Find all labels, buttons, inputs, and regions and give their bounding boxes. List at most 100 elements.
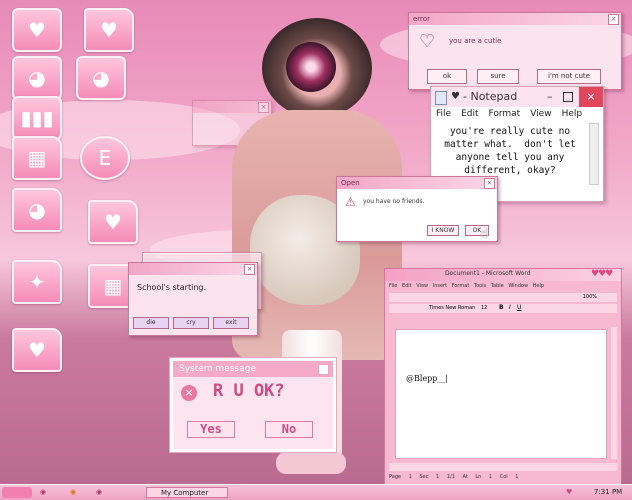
heart-folder-icon[interactable]: ♥ bbox=[84, 8, 134, 52]
open-dialog: Open × ⚠ you have no friends. I KNOW OK bbox=[336, 176, 498, 242]
cutie-dialog-message: you are a cutie bbox=[449, 37, 502, 45]
menu-view[interactable]: View bbox=[530, 109, 551, 119]
flower-e-icon[interactable]: E bbox=[80, 136, 130, 180]
heart-icon: ♥ bbox=[451, 91, 460, 102]
maximize-button[interactable] bbox=[563, 92, 573, 102]
close-icon[interactable] bbox=[318, 364, 329, 375]
word-window: Document1 - Microsoft Word ♥♥♥ File Edit… bbox=[384, 268, 622, 488]
word-statusbar: Page 1 Sec 1 1/1 At Ln 1 Col 1 bbox=[389, 474, 518, 480]
word-scrollbar[interactable] bbox=[611, 327, 617, 459]
quicklaunch-icon[interactable]: ◉ bbox=[40, 487, 46, 498]
word-menubar: File Edit View Insert Format Tools Table… bbox=[389, 283, 544, 289]
minimize-button[interactable]: – bbox=[547, 87, 553, 107]
window-controls-icon[interactable]: ♥♥♥ bbox=[591, 269, 613, 279]
star-folder-icon[interactable]: ✦ bbox=[12, 260, 62, 304]
school-dialog-titlebar: × bbox=[129, 263, 257, 275]
cry-button[interactable]: cry bbox=[173, 317, 209, 329]
notepad-icon bbox=[435, 91, 447, 105]
system-message-dialog: System message × R U OK? Yes No bbox=[169, 357, 337, 453]
open-dialog-message: you have no friends. bbox=[363, 198, 425, 205]
system-message-text: R U OK? bbox=[213, 381, 285, 401]
figure-shoes bbox=[276, 452, 346, 474]
word-format-toolbar: Times New Roman 12 B I U bbox=[389, 304, 617, 313]
menu-insert[interactable]: Insert bbox=[433, 283, 447, 289]
heart-icon: ♡ bbox=[419, 31, 436, 52]
i-know-button[interactable]: I KNOW bbox=[427, 225, 459, 236]
menu-window[interactable]: Window bbox=[508, 283, 528, 289]
yes-button[interactable]: Yes bbox=[187, 421, 235, 438]
scrollbar[interactable] bbox=[589, 123, 599, 185]
close-button[interactable]: × bbox=[579, 87, 603, 107]
word-title: Document1 - Microsoft Word bbox=[445, 270, 531, 277]
open-dialog-titlebar: Open × bbox=[337, 177, 497, 189]
italic-button[interactable]: I bbox=[509, 304, 511, 311]
status-page: Page 1 bbox=[389, 474, 412, 480]
menu-tools[interactable]: Tools bbox=[474, 283, 486, 289]
start-button[interactable] bbox=[2, 487, 32, 498]
font-size-select[interactable]: 12 bbox=[481, 305, 487, 311]
cutie-dialog-titlebar: error × bbox=[409, 13, 621, 25]
heart-icon[interactable]: ♥ bbox=[12, 8, 62, 52]
menu-format[interactable]: Format bbox=[489, 109, 521, 119]
cutie-dialog-title: error bbox=[413, 15, 430, 23]
status-sec: Sec 1 bbox=[419, 474, 440, 480]
notepad-title: - Notepad bbox=[463, 90, 518, 103]
close-icon: × bbox=[258, 102, 269, 113]
die-button[interactable]: die bbox=[133, 317, 169, 329]
system-message-titlebar: System message bbox=[173, 361, 333, 377]
taskbar: ◉ ◉ ◉ My Computer ♥ 7:31 PM bbox=[0, 484, 632, 500]
bold-button[interactable]: B bbox=[499, 304, 504, 311]
error-icon: × bbox=[181, 385, 197, 401]
status-at: At bbox=[462, 474, 468, 480]
status-pages: 1/1 bbox=[446, 474, 455, 480]
system-message-title: System message bbox=[179, 364, 256, 374]
kitty-icon[interactable]: ◕ bbox=[12, 56, 62, 100]
warning-icon: ⚠ bbox=[345, 195, 356, 209]
firefox-icon[interactable]: ◉ bbox=[70, 487, 76, 498]
quicklaunch-icon[interactable]: ◉ bbox=[96, 487, 102, 498]
word-toolbar: 100% bbox=[389, 293, 617, 302]
no-button[interactable]: No bbox=[265, 421, 313, 438]
word-document[interactable]: @Blepp__| bbox=[395, 329, 607, 459]
zoom-select[interactable]: 100% bbox=[583, 294, 597, 300]
exit-button[interactable]: exit bbox=[213, 317, 249, 329]
notepad-text[interactable]: you're really cute no matter what. don't… bbox=[437, 125, 583, 177]
menu-edit[interactable]: Edit bbox=[402, 283, 412, 289]
clock: 7:31 PM bbox=[594, 488, 623, 496]
close-icon[interactable]: × bbox=[608, 14, 619, 25]
drawing-toolbar bbox=[389, 463, 617, 471]
notepad-titlebar: ♥ - Notepad – × bbox=[431, 87, 603, 107]
eye-icon bbox=[286, 42, 336, 92]
menu-help[interactable]: Help bbox=[562, 109, 583, 119]
status-col: Col 1 bbox=[499, 474, 519, 480]
not-cute-button[interactable]: i'm not cute bbox=[537, 69, 601, 84]
underline-button[interactable]: U bbox=[517, 304, 521, 311]
bars-icon[interactable]: ▮▮▮ bbox=[12, 96, 62, 140]
menu-format[interactable]: Format bbox=[452, 283, 470, 289]
menu-view[interactable]: View bbox=[416, 283, 428, 289]
folder-icon[interactable]: ▦ bbox=[12, 136, 62, 180]
kitty-folder-icon[interactable]: ◕ bbox=[12, 188, 62, 232]
menu-file[interactable]: File bbox=[436, 109, 451, 119]
status-line: Ln 1 bbox=[475, 474, 493, 480]
close-icon[interactable]: × bbox=[484, 178, 495, 189]
font-select[interactable]: Times New Roman bbox=[429, 305, 475, 311]
close-icon[interactable]: × bbox=[244, 264, 255, 275]
school-dialog-message: School's starting. bbox=[137, 283, 207, 292]
ok-button[interactable]: ok bbox=[427, 69, 467, 84]
menu-table[interactable]: Table bbox=[491, 283, 504, 289]
sure-button[interactable]: sure bbox=[477, 69, 519, 84]
notepad-menubar: File Edit Format View Help bbox=[431, 107, 603, 121]
document-text: @Blepp__| bbox=[406, 374, 449, 383]
cursor-icon: ☝ bbox=[480, 226, 489, 242]
menu-file[interactable]: File bbox=[389, 283, 397, 289]
cutie-dialog: error × ♡ you are a cutie ok sure i'm no… bbox=[408, 12, 622, 90]
kitty-icon[interactable]: ◕ bbox=[76, 56, 126, 100]
hearts-folder-icon[interactable]: ♥ bbox=[12, 328, 62, 372]
menu-help[interactable]: Help bbox=[533, 283, 544, 289]
menu-edit[interactable]: Edit bbox=[461, 109, 478, 119]
taskbar-window-item[interactable]: My Computer bbox=[146, 487, 228, 498]
open-dialog-title: Open bbox=[341, 179, 360, 187]
word-titlebar: Document1 - Microsoft Word ♥♥♥ bbox=[385, 269, 621, 281]
heart-folder-icon[interactable]: ♥ bbox=[88, 200, 138, 244]
